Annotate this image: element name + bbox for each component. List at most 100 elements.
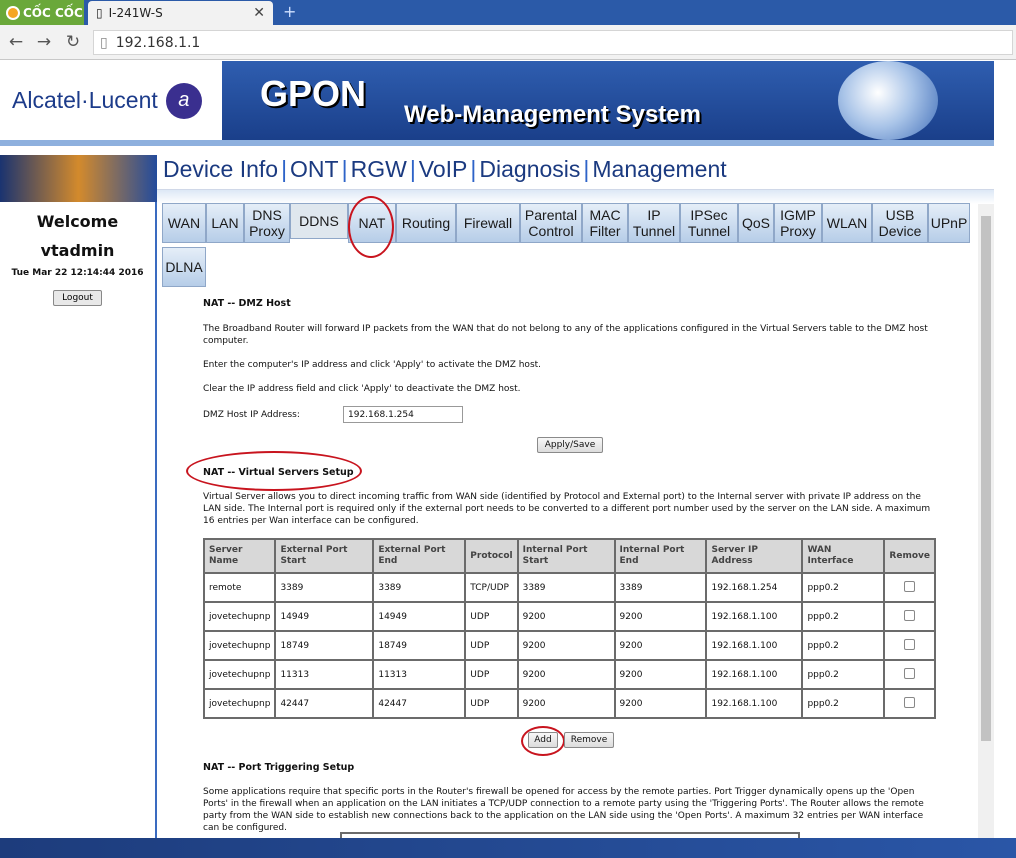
cell-remove xyxy=(883,688,936,719)
menu-diagnosis[interactable]: Diagnosis xyxy=(479,156,580,182)
col-remove: Remove xyxy=(883,538,936,574)
cell-wan-interface: ppp0.2 xyxy=(801,630,886,661)
top-menu: Device Info | ONT | RGW | VoIP | Diagnosis | Manag… xyxy=(157,146,994,190)
reload-icon[interactable]: ↻ xyxy=(63,32,83,52)
cell-int-port-start: 9200 xyxy=(516,688,616,719)
table-row: jovetechupnp 11313 11313 UDP 9200 9200 1… xyxy=(202,659,936,690)
tab-routing[interactable]: Routing xyxy=(396,203,456,243)
scrollbar-thumb[interactable] xyxy=(981,216,991,741)
logout-button[interactable]: Logout xyxy=(53,290,102,306)
remove-checkbox[interactable] xyxy=(904,609,916,621)
forward-arrow-icon[interactable]: → xyxy=(34,32,54,52)
username: vtadmin xyxy=(40,241,115,260)
cell-int-port-start: 9200 xyxy=(516,630,616,661)
banner-subtitle: Web-Management System xyxy=(404,101,701,128)
browser-tab-bar: CỐC CỐC ▯ I-241W-S ✕ + xyxy=(0,0,1016,25)
remove-checkbox[interactable] xyxy=(904,580,916,592)
banner-title: GPON xyxy=(260,73,367,114)
cell-ext-port-end: 18749 xyxy=(372,630,467,661)
cell-int-port-start: 3389 xyxy=(516,572,616,603)
cell-ext-port-start: 11313 xyxy=(274,659,375,690)
back-arrow-icon[interactable]: ← xyxy=(6,32,26,52)
tab-qos[interactable]: QoS xyxy=(738,203,774,243)
alcatel-lucent-logo: Alcatel·Lucent a xyxy=(0,61,222,140)
remove-checkbox[interactable] xyxy=(904,667,916,679)
dmz-desc-3: Clear the IP address field and click 'Ap… xyxy=(203,384,521,394)
tab-firewall[interactable]: Firewall xyxy=(456,203,520,243)
logo-text: Alcatel·Lucent xyxy=(12,87,158,113)
close-tab-icon[interactable]: ✕ xyxy=(253,5,265,21)
menu-device-info[interactable]: Device Info xyxy=(163,156,278,182)
cell-server-name: remote xyxy=(202,572,277,603)
tab-usb-device[interactable]: USB Device xyxy=(872,203,928,243)
pt-heading: NAT -- Port Triggering Setup xyxy=(203,762,355,773)
cell-int-port-end: 3389 xyxy=(613,572,708,603)
cell-server-ip: 192.168.1.100 xyxy=(705,688,804,719)
tab-ipsec-tunnel[interactable]: IPSec Tunnel xyxy=(680,203,738,243)
browser-tab[interactable]: ▯ I-241W-S ✕ xyxy=(88,1,273,25)
remove-checkbox[interactable] xyxy=(904,696,916,708)
taskbar xyxy=(0,838,1016,858)
tab-upnp[interactable]: UPnP xyxy=(928,203,970,243)
address-bar: ← → ↻ ▯ 192.168.1.1 xyxy=(0,25,1016,60)
apply-save-button[interactable]: Apply/Save xyxy=(537,437,603,453)
cell-server-name: jovetechupnp xyxy=(202,601,277,632)
tab-lan[interactable]: LAN xyxy=(206,203,244,243)
menu-rgw[interactable]: RGW xyxy=(351,156,407,182)
tab-parental-control[interactable]: Parental Control xyxy=(520,203,582,243)
virtual-servers-table: Server Name External Port Start External… xyxy=(202,538,936,719)
annotation-circle-nat xyxy=(348,196,394,258)
table-row: jovetechupnp 14949 14949 UDP 9200 9200 1… xyxy=(202,601,936,632)
cell-int-port-end: 9200 xyxy=(613,659,708,690)
url-field[interactable]: ▯ 192.168.1.1 xyxy=(93,30,1013,55)
col-server-ip: Server IP Address xyxy=(705,538,804,574)
menu-management[interactable]: Management xyxy=(592,156,726,182)
tab-dlna[interactable]: DLNA xyxy=(162,247,206,287)
menu-voip[interactable]: VoIP xyxy=(419,156,468,182)
dmz-ip-label: DMZ Host IP Address: xyxy=(203,410,300,420)
cell-server-name: jovetechupnp xyxy=(202,688,277,719)
page-icon: ▯ xyxy=(100,34,108,51)
header-banner: Alcatel·Lucent a GPON Web-Management Syst… xyxy=(0,61,994,140)
cell-int-port-start: 9200 xyxy=(516,659,616,690)
vs-desc: Virtual Server allows you to direct inco… xyxy=(203,492,931,526)
add-button[interactable]: Add xyxy=(528,732,558,748)
table-row: jovetechupnp 18749 18749 UDP 9200 9200 1… xyxy=(202,630,936,661)
alcatel-mark-icon: a xyxy=(165,82,202,119)
remove-button[interactable]: Remove xyxy=(564,732,614,748)
dmz-ip-input[interactable]: 192.168.1.254 xyxy=(343,406,463,423)
tab-wlan[interactable]: WLAN xyxy=(822,203,872,243)
table-row: remote 3389 3389 TCP/UDP 3389 3389 192.1… xyxy=(202,572,936,603)
col-int-port-end: Internal Port End xyxy=(613,538,708,574)
cell-ext-port-end: 11313 xyxy=(372,659,467,690)
cell-server-name: jovetechupnp xyxy=(202,630,277,661)
cell-ext-port-start: 42447 xyxy=(274,688,375,719)
menu-separator: | xyxy=(470,156,477,182)
cell-server-ip: 192.168.1.100 xyxy=(705,601,804,632)
col-ext-port-start: External Port Start xyxy=(274,538,375,574)
new-tab-button[interactable]: + xyxy=(283,4,299,20)
tab-igmp-proxy[interactable]: IGMP Proxy xyxy=(774,203,822,243)
tab-ip-tunnel[interactable]: IP Tunnel xyxy=(628,203,680,243)
menu-separator: | xyxy=(409,156,416,182)
tab-dns-proxy[interactable]: DNS Proxy xyxy=(244,203,290,243)
col-server-name: Server Name xyxy=(202,538,277,574)
globe-icon xyxy=(838,61,938,140)
cell-wan-interface: ppp0.2 xyxy=(801,572,886,603)
tab-mac-filter[interactable]: MAC Filter xyxy=(582,203,628,243)
browser-brand[interactable]: CỐC CỐC xyxy=(0,0,84,25)
tab-ddns[interactable]: DDNS xyxy=(290,203,348,239)
remove-checkbox[interactable] xyxy=(904,638,916,650)
brand-label: CỐC CỐC xyxy=(23,5,83,20)
datetime: Tue Mar 22 12:14:44 2016 xyxy=(11,268,144,278)
sidebar-image xyxy=(0,155,157,202)
cell-server-name: jovetechupnp xyxy=(202,659,277,690)
cell-server-ip: 192.168.1.100 xyxy=(705,630,804,661)
tab-wan[interactable]: WAN xyxy=(162,203,206,243)
coccoc-logo-icon xyxy=(6,5,20,20)
menu-ont[interactable]: ONT xyxy=(290,156,339,182)
cell-protocol: UDP xyxy=(464,659,519,690)
cell-remove xyxy=(883,630,936,661)
menu-shade xyxy=(157,190,994,204)
cell-server-ip: 192.168.1.100 xyxy=(705,659,804,690)
